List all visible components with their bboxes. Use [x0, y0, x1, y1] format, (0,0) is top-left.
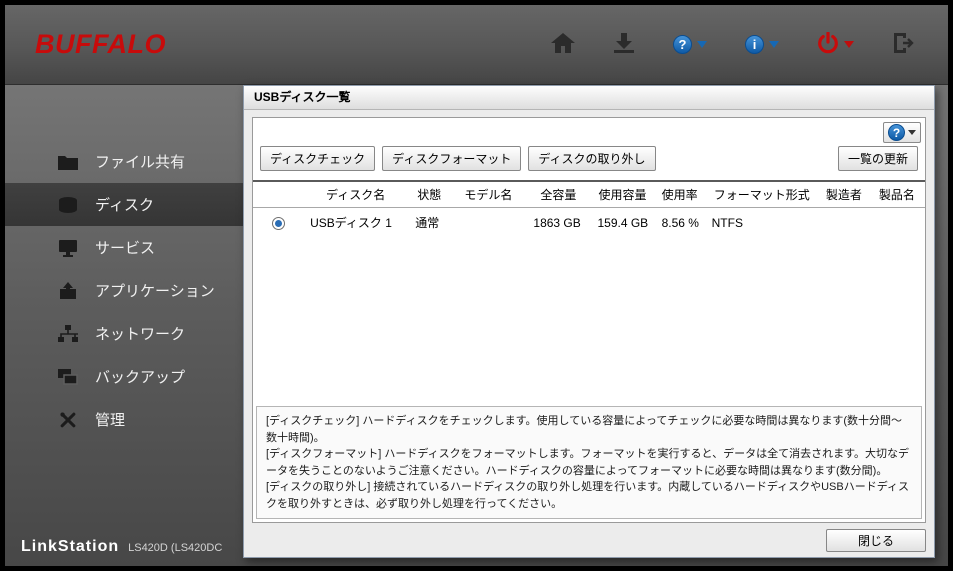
network-icon — [57, 324, 79, 343]
linkstation-logo: LinkStation — [21, 538, 120, 555]
backup-icon — [57, 368, 79, 386]
home-button[interactable] — [547, 29, 579, 60]
download-icon — [613, 33, 635, 56]
sidebar-item-label: サービス — [95, 240, 156, 257]
note-disk-check: [ディスクチェック] ハードディスクをチェックします。使用している容量によってチ… — [266, 415, 902, 444]
header-bar: BUFFALO ? i — [5, 5, 948, 85]
cell-product — [869, 208, 925, 238]
power-menu-button[interactable] — [813, 28, 858, 61]
radio-column-header — [253, 181, 303, 208]
column-header-manufacturer: 製造者 — [825, 188, 862, 202]
column-header-used: 使用容量 — [598, 188, 647, 202]
download-button[interactable] — [609, 29, 639, 60]
disk-icon — [57, 196, 79, 214]
close-button[interactable]: 閉じる — [826, 528, 926, 552]
sidebar-item-label: バックアップ — [95, 369, 186, 386]
device-footer: LinkStation LS420D (LS420DC — [21, 538, 222, 556]
sidebar-item-label: 管理 — [95, 412, 126, 429]
help-icon: ? — [888, 124, 905, 141]
applications-icon — [57, 281, 79, 300]
dialog-help-button[interactable]: ? — [883, 122, 921, 143]
cell-disk-name: USBディスク 1 — [310, 216, 392, 230]
disk-select-radio[interactable] — [271, 216, 285, 230]
power-icon — [817, 31, 839, 57]
note-disk-format: [ディスクフォーマット] ハードディスクをフォーマットします。フォーマットを実行… — [266, 448, 909, 477]
dialog-footer: 閉じる — [244, 523, 934, 557]
sidebar-item-applications[interactable]: アプリケーション — [5, 269, 243, 312]
cell-format: NTFS — [711, 215, 743, 230]
disk-list-panel: ? ディスクチェック ディスクフォーマット ディスクの取り外し 一覧の更新 ディ… — [252, 117, 926, 523]
app-inner: BUFFALO ? i ファイル共有 ディスク サービス アプリケーション ネッ… — [5, 5, 948, 566]
disk-format-button[interactable]: ディスクフォーマット — [382, 146, 522, 171]
note-disk-remove: [ディスクの取り外し] 接続されているハードディスクの取り外し処理を行います。内… — [266, 481, 909, 510]
sidebar-item-label: ファイル共有 — [95, 154, 186, 171]
table-row: USBディスク 1 通常 1863 GB 159.4 GB 8.56 % NTF… — [253, 208, 925, 238]
services-icon — [57, 239, 79, 257]
logout-icon — [892, 33, 916, 56]
logout-button[interactable] — [888, 29, 920, 60]
panel-spacer — [253, 237, 925, 403]
chevron-down-icon — [697, 41, 707, 48]
cell-manufacturer — [819, 208, 869, 238]
dialog-body: ? ディスクチェック ディスクフォーマット ディスクの取り外し 一覧の更新 ディ… — [244, 110, 934, 523]
dialog-title: USBディスク一覧 — [244, 86, 934, 110]
cell-model — [450, 208, 526, 238]
cell-status: 通常 — [415, 216, 440, 230]
home-icon — [551, 33, 575, 56]
cell-used: 159.4 GB — [597, 215, 649, 230]
sidebar-item-network[interactable]: ネットワーク — [5, 312, 243, 355]
sidebar-item-label: ディスク — [95, 197, 154, 214]
sidebar-item-file-sharing[interactable]: ファイル共有 — [5, 140, 243, 183]
refresh-list-button[interactable]: 一覧の更新 — [837, 146, 918, 171]
column-header-disk-name: ディスク名 — [326, 188, 386, 202]
header-icon-group: ? i — [547, 5, 920, 84]
sidebar-item-management[interactable]: 管理 — [5, 398, 243, 441]
info-icon: i — [745, 35, 764, 54]
panel-help-row: ? — [253, 118, 925, 144]
cell-total: 1863 GB — [533, 215, 581, 230]
chevron-down-icon — [769, 41, 779, 48]
column-header-usage: 使用率 — [661, 188, 698, 202]
chevron-down-icon — [908, 130, 916, 135]
disk-check-button[interactable]: ディスクチェック — [260, 146, 376, 171]
column-header-status: 状態 — [417, 188, 442, 202]
column-header-product: 製品名 — [878, 188, 915, 202]
disk-help-notes: [ディスクチェック] ハードディスクをチェックします。使用している容量によってチ… — [256, 406, 922, 519]
buffalo-logo: BUFFALO — [35, 29, 166, 59]
column-header-model: モデル名 — [464, 188, 513, 202]
folder-icon — [57, 154, 79, 170]
help-menu-button[interactable]: ? — [669, 31, 711, 58]
sidebar: ファイル共有 ディスク サービス アプリケーション ネットワーク バックアップ … — [5, 140, 243, 441]
radio-dot — [274, 219, 282, 227]
disk-table: ディスク名 状態 モデル名 全容量 使用容量 使用率 フォーマット形式 製造者 … — [253, 180, 925, 237]
tools-icon — [57, 411, 79, 429]
sidebar-item-label: ネットワーク — [95, 326, 186, 343]
chevron-down-icon — [844, 41, 854, 48]
device-model-label: LS420D (LS420DC — [128, 542, 223, 554]
sidebar-item-label: アプリケーション — [95, 283, 215, 300]
cell-usage: 8.56 % — [661, 215, 699, 230]
column-header-format: フォーマット形式 — [713, 188, 810, 202]
table-header-row: ディスク名 状態 モデル名 全容量 使用容量 使用率 フォーマット形式 製造者 … — [253, 181, 925, 208]
main-area: ファイル共有 ディスク サービス アプリケーション ネットワーク バックアップ … — [5, 85, 948, 566]
sidebar-item-services[interactable]: サービス — [5, 226, 243, 269]
column-header-total: 全容量 — [540, 188, 577, 202]
usb-disk-list-dialog: USBディスク一覧 ? ディスクチェック ディスクフォーマット ディスクの取り外… — [243, 85, 935, 558]
disk-remove-button[interactable]: ディスクの取り外し — [528, 146, 656, 171]
help-icon: ? — [673, 35, 692, 54]
sidebar-item-disk[interactable]: ディスク — [5, 183, 243, 226]
sidebar-item-backup[interactable]: バックアップ — [5, 355, 243, 398]
app-window: BUFFALO ? i ファイル共有 ディスク サービス アプリケーション ネッ… — [0, 0, 953, 571]
info-menu-button[interactable]: i — [741, 31, 783, 58]
disk-toolbar: ディスクチェック ディスクフォーマット ディスクの取り外し 一覧の更新 — [253, 144, 925, 171]
